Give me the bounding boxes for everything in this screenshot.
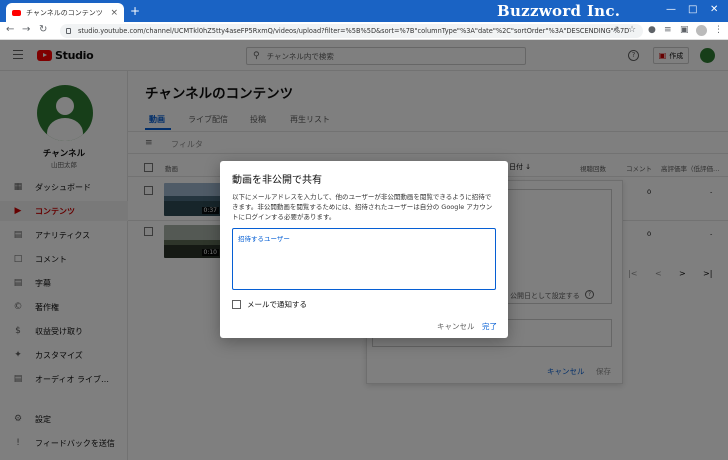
dialog-cancel-button[interactable]: キャンセル — [437, 321, 475, 332]
invite-users-input[interactable]: 招待するユーザー — [232, 228, 496, 290]
reload-icon[interactable]: ↻ — [39, 24, 47, 36]
dialog-description: 以下にメールアドレスを入力して、他のユーザーが非公開動画を閲覧できるように招待で… — [232, 193, 493, 221]
window-close-icon[interactable]: ✕ — [710, 4, 718, 15]
lock-icon — [66, 28, 71, 34]
media-icon[interactable]: ≡ — [664, 25, 672, 36]
invite-users-label: 招待するユーザー — [238, 235, 290, 243]
share-icon[interactable]: ↗ — [612, 25, 620, 36]
address-url: studio.youtube.com/channel/UCMTkl0hZ5tty… — [78, 27, 630, 35]
dialog-title: 動画を非公開で共有 — [232, 175, 322, 186]
profile-avatar-icon[interactable] — [696, 25, 707, 36]
youtube-favicon-icon — [12, 9, 21, 16]
brand-watermark: Buzzword Inc. — [497, 2, 621, 20]
minimize-icon[interactable]: — — [666, 4, 676, 15]
back-icon[interactable]: ← — [6, 24, 14, 36]
forward-icon[interactable]: → — [22, 24, 30, 36]
browser-tab-title: チャンネルのコンテンツ - YouTube Studio — [26, 8, 105, 17]
extensions-icon[interactable]: ● — [648, 25, 656, 36]
new-tab-button[interactable]: + — [130, 4, 140, 18]
email-notify-label: メールで通知する — [247, 300, 307, 309]
bookmark-star-icon[interactable]: ☆ — [628, 25, 636, 36]
sidepanel-icon[interactable]: ▣ — [680, 25, 689, 36]
share-privately-dialog: 動画を非公開で共有 以下にメールアドレスを入力して、他のユーザーが非公開動画を閲… — [220, 161, 508, 338]
maximize-icon[interactable]: □ — [688, 4, 697, 15]
email-notify-checkbox[interactable] — [232, 300, 241, 309]
browser-tab[interactable]: チャンネルのコンテンツ - YouTube Studio × — [6, 3, 124, 22]
menu-kebab-icon[interactable]: ⋮ — [714, 25, 723, 36]
close-tab-icon[interactable]: × — [110, 8, 118, 18]
dialog-done-button[interactable]: 完了 — [482, 321, 497, 332]
address-bar[interactable]: studio.youtube.com/channel/UCMTkl0hZ5tty… — [60, 24, 643, 38]
